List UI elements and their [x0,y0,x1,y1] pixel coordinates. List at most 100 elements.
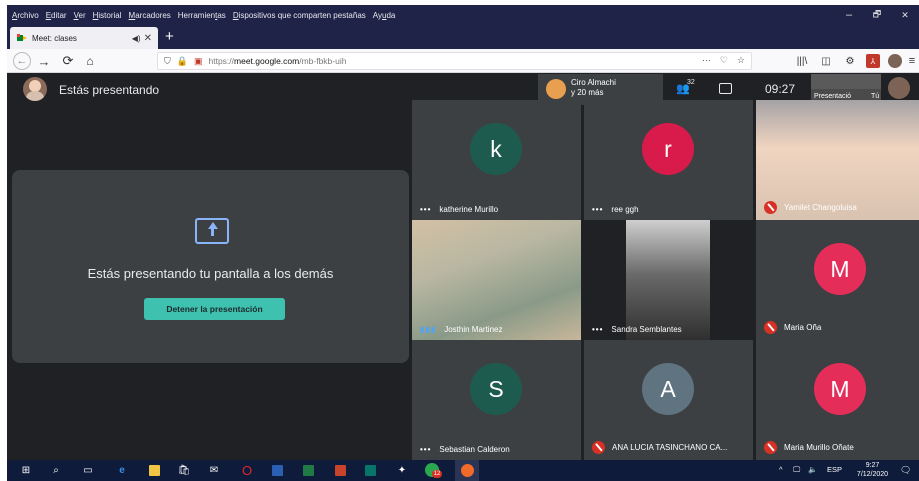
participant-name-row: ••• Sebastian Calderon [420,445,510,454]
mic-off-icon [764,201,777,214]
edge-icon[interactable]: e [115,463,129,477]
participant-video [412,220,581,340]
url-text[interactable]: https://meet.google.com/mb-fbkb-uih [209,56,347,66]
more-options-icon: ••• [592,205,604,214]
library-icon[interactable]: |||\ [795,54,809,68]
pocket-icon[interactable]: ♡ [720,55,728,66]
stop-presenting-button[interactable]: Detener la presentación [144,298,285,320]
you-label: Tú [871,93,880,100]
search-icon[interactable]: ⌕ [49,463,63,477]
participant-name: ANA LUCIA TASINCHANO CA... [612,443,728,452]
user-avatar [23,77,47,101]
extensions-icon[interactable]: ⚙ [843,54,857,68]
store-icon[interactable]: 🛍 [177,463,191,477]
windows-start-icon[interactable]: ⊞ [19,463,33,477]
people-count: 32 [687,79,695,86]
mic-off-icon [764,441,777,454]
participant-name-row: ▮▮▮ Josthin Martinez [420,325,502,334]
powerpoint-icon[interactable] [333,463,347,477]
menu-item[interactable]: Editar [46,11,67,20]
participant-name-row: ••• ree ggh [592,205,639,214]
app-icon[interactable]: ✦ [395,463,409,477]
task-view-icon[interactable]: ▭ [81,463,95,477]
self-avatar [888,77,910,99]
participant-tile[interactable]: Yamilet Changoluisa [756,100,919,220]
publisher-icon[interactable] [363,463,377,477]
profile-icon[interactable] [888,54,902,68]
menu-item[interactable]: Ver [74,11,86,20]
participant-name-row: ••• katherine Murillo [420,205,498,214]
participant-name: Josthin Martinez [444,325,503,334]
reload-button[interactable]: ⟳ [59,52,77,70]
volume-icon[interactable]: 🔈 [808,465,817,474]
windows-taskbar: ⊞ ⌕ ▭ e 🛍 ✉ O ✦ 12 ^ 🖵 🔈 ESP 9:27 7/12/2… [7,460,919,481]
participant-tile[interactable]: ••• Sandra Semblantes [584,220,753,340]
menu-item[interactable]: Ayuda [373,11,396,20]
language-indicator[interactable]: ESP [827,465,842,474]
page-title: Estás presentando [59,83,160,97]
speaking-icon: ▮▮▮ [420,325,437,334]
tab-meet-clases[interactable]: Meet: clases ◀) ✕ [10,27,158,49]
participant-tile[interactable]: ▮▮▮ Josthin Martinez [412,220,581,340]
minimize-button[interactable]: – [835,5,863,25]
system-clock[interactable]: 9:27 7/12/2020 [850,461,895,479]
network-icon[interactable]: 🖵 [793,465,800,475]
menu-item[interactable]: Archivo [12,11,39,20]
participant-name: katherine Murillo [439,205,499,214]
participant-name: ree ggh [611,205,639,214]
speaker-icon[interactable]: ◀) [132,34,141,43]
permissions-icon[interactable]: ▣ [194,56,203,67]
presenter-more: y 20 más [571,88,604,97]
excel-icon[interactable] [301,463,315,477]
home-button[interactable]: ⌂ [81,52,99,70]
word-icon[interactable] [270,463,284,477]
participant-tile[interactable]: r ••• ree ggh [584,100,753,220]
participant-tile[interactable]: A ANA LUCIA TASINCHANO CA... [584,340,753,460]
participant-grid: k ••• katherine Murillo r ••• ree ggh Yamilet … [412,100,919,460]
mic-off-icon [592,441,605,454]
chat-icon[interactable] [719,83,732,94]
participant-name: Maria Oña [784,323,822,332]
url-bar[interactable]: ⛉ 🔒 ▣ https://meet.google.com/mb-fbkb-ui… [157,52,752,70]
participant-tile[interactable]: M Maria Murillo Oñate [756,340,919,460]
action-center-icon[interactable]: 🗨 [900,465,911,476]
tab-close-icon[interactable]: ✕ [144,33,152,44]
participant-tile[interactable]: k ••• katherine Murillo [412,100,581,220]
navigation-bar: ← → ⟳ ⌂ ⛉ 🔒 ▣ https://meet.google.com/mb… [7,49,919,73]
menu-icon[interactable]: ≡ [905,54,919,68]
mic-off-icon [764,321,777,334]
participant-name: Maria Murillo Oñate [784,443,854,452]
participant-tile[interactable]: S ••• Sebastian Calderon [412,340,581,460]
mail-icon[interactable]: ✉ [207,463,221,477]
firefox-taskbar-icon[interactable] [455,460,479,481]
participant-name-row: ANA LUCIA TASINCHANO CA... [592,441,727,454]
more-options-icon: ••• [420,205,432,214]
menu-item[interactable]: Historial [93,11,122,20]
back-button[interactable]: ← [13,52,31,70]
page-actions-icon[interactable]: ··· [702,55,711,66]
opera-icon[interactable]: O [240,463,254,478]
file-explorer-icon[interactable] [147,463,161,477]
more-options-icon: ••• [420,445,432,454]
system-date: 7/12/2020 [856,471,889,478]
participant-tile[interactable]: M Maria Oña [756,220,919,340]
menu-item[interactable]: Marcadores [129,11,171,20]
menu-item[interactable]: Dispositivos que comparten pestañas [233,11,366,20]
menu-item[interactable]: Herramientas [178,11,226,20]
participant-name: Sandra Semblantes [611,325,682,334]
participant-name-row: Yamilet Changoluisa [764,201,857,214]
close-window-button[interactable]: ✕ [891,5,919,25]
new-tab-button[interactable]: + [165,29,174,45]
bookmark-star-icon[interactable]: ☆ [737,55,745,66]
pdf-icon[interactable]: ⅄ [866,54,880,68]
lock-icon[interactable]: 🔒 [177,56,188,67]
restore-button[interactable]: 🗗 [863,5,891,25]
participant-initial: k [470,123,522,175]
shield-icon[interactable]: ⛉ [164,56,171,67]
forward-button[interactable]: → [35,52,53,70]
more-options-icon: ••• [592,325,604,334]
tray-chevron-icon[interactable]: ^ [779,465,783,474]
participant-name-row: ••• Sandra Semblantes [592,325,682,334]
sidebar-icon[interactable]: ◫ [819,54,833,68]
presenter-name: Ciro Almachi [571,78,616,87]
